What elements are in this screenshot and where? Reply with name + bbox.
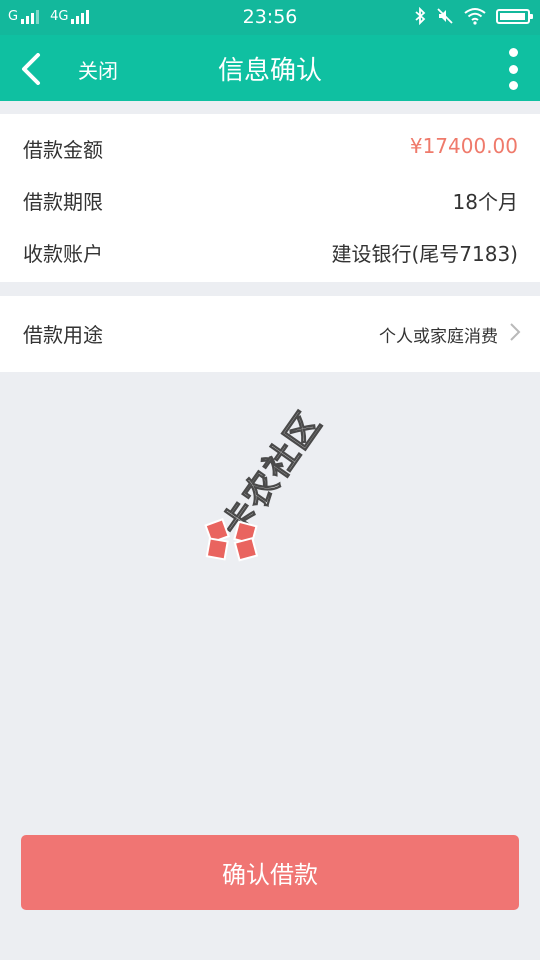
status-bar: G 4G 23:56 [0, 0, 540, 35]
loan-term-value: 18个月 [452, 190, 518, 214]
watermark-logo: 卡农社区 [204, 404, 331, 562]
chevron-right-icon [510, 323, 521, 341]
wifi-icon [464, 8, 486, 25]
loan-info-card: 借款金额 ¥17400.00 借款期限 18个月 收款账户 建设银行(尾号718… [0, 114, 540, 282]
loan-purpose-card[interactable]: 借款用途 个人或家庭消费 [0, 296, 540, 372]
receiving-account-value: 建设银行(尾号7183) [331, 242, 518, 266]
loan-term-label: 借款期限 [23, 190, 103, 214]
status-icons [414, 7, 533, 25]
receiving-account-row: 收款账户 建设银行(尾号7183) [0, 226, 540, 278]
loan-purpose-row[interactable]: 借款用途 个人或家庭消费 [0, 307, 540, 359]
receiving-account-label: 收款账户 [23, 242, 103, 266]
loan-amount-row: 借款金额 ¥17400.00 [0, 122, 540, 174]
loan-purpose-label: 借款用途 [23, 323, 103, 347]
loan-purpose-value: 个人或家庭消费 [379, 327, 498, 347]
loan-term-row: 借款期限 18个月 [0, 174, 540, 226]
navigation-bar: 关闭 信息确认 [0, 35, 540, 101]
mute-icon [437, 8, 453, 24]
loan-amount-label: 借款金额 [23, 138, 103, 162]
loan-amount-value: ¥17400.00 [409, 134, 518, 158]
watermark-text: 卡农社区 [215, 404, 330, 545]
page-title: 信息确认 [217, 56, 322, 86]
bluetooth-icon [415, 7, 426, 25]
battery-icon [496, 8, 533, 24]
more-options-icon[interactable] [506, 48, 520, 90]
confirm-loan-button[interactable]: 确认借款 [21, 835, 519, 910]
